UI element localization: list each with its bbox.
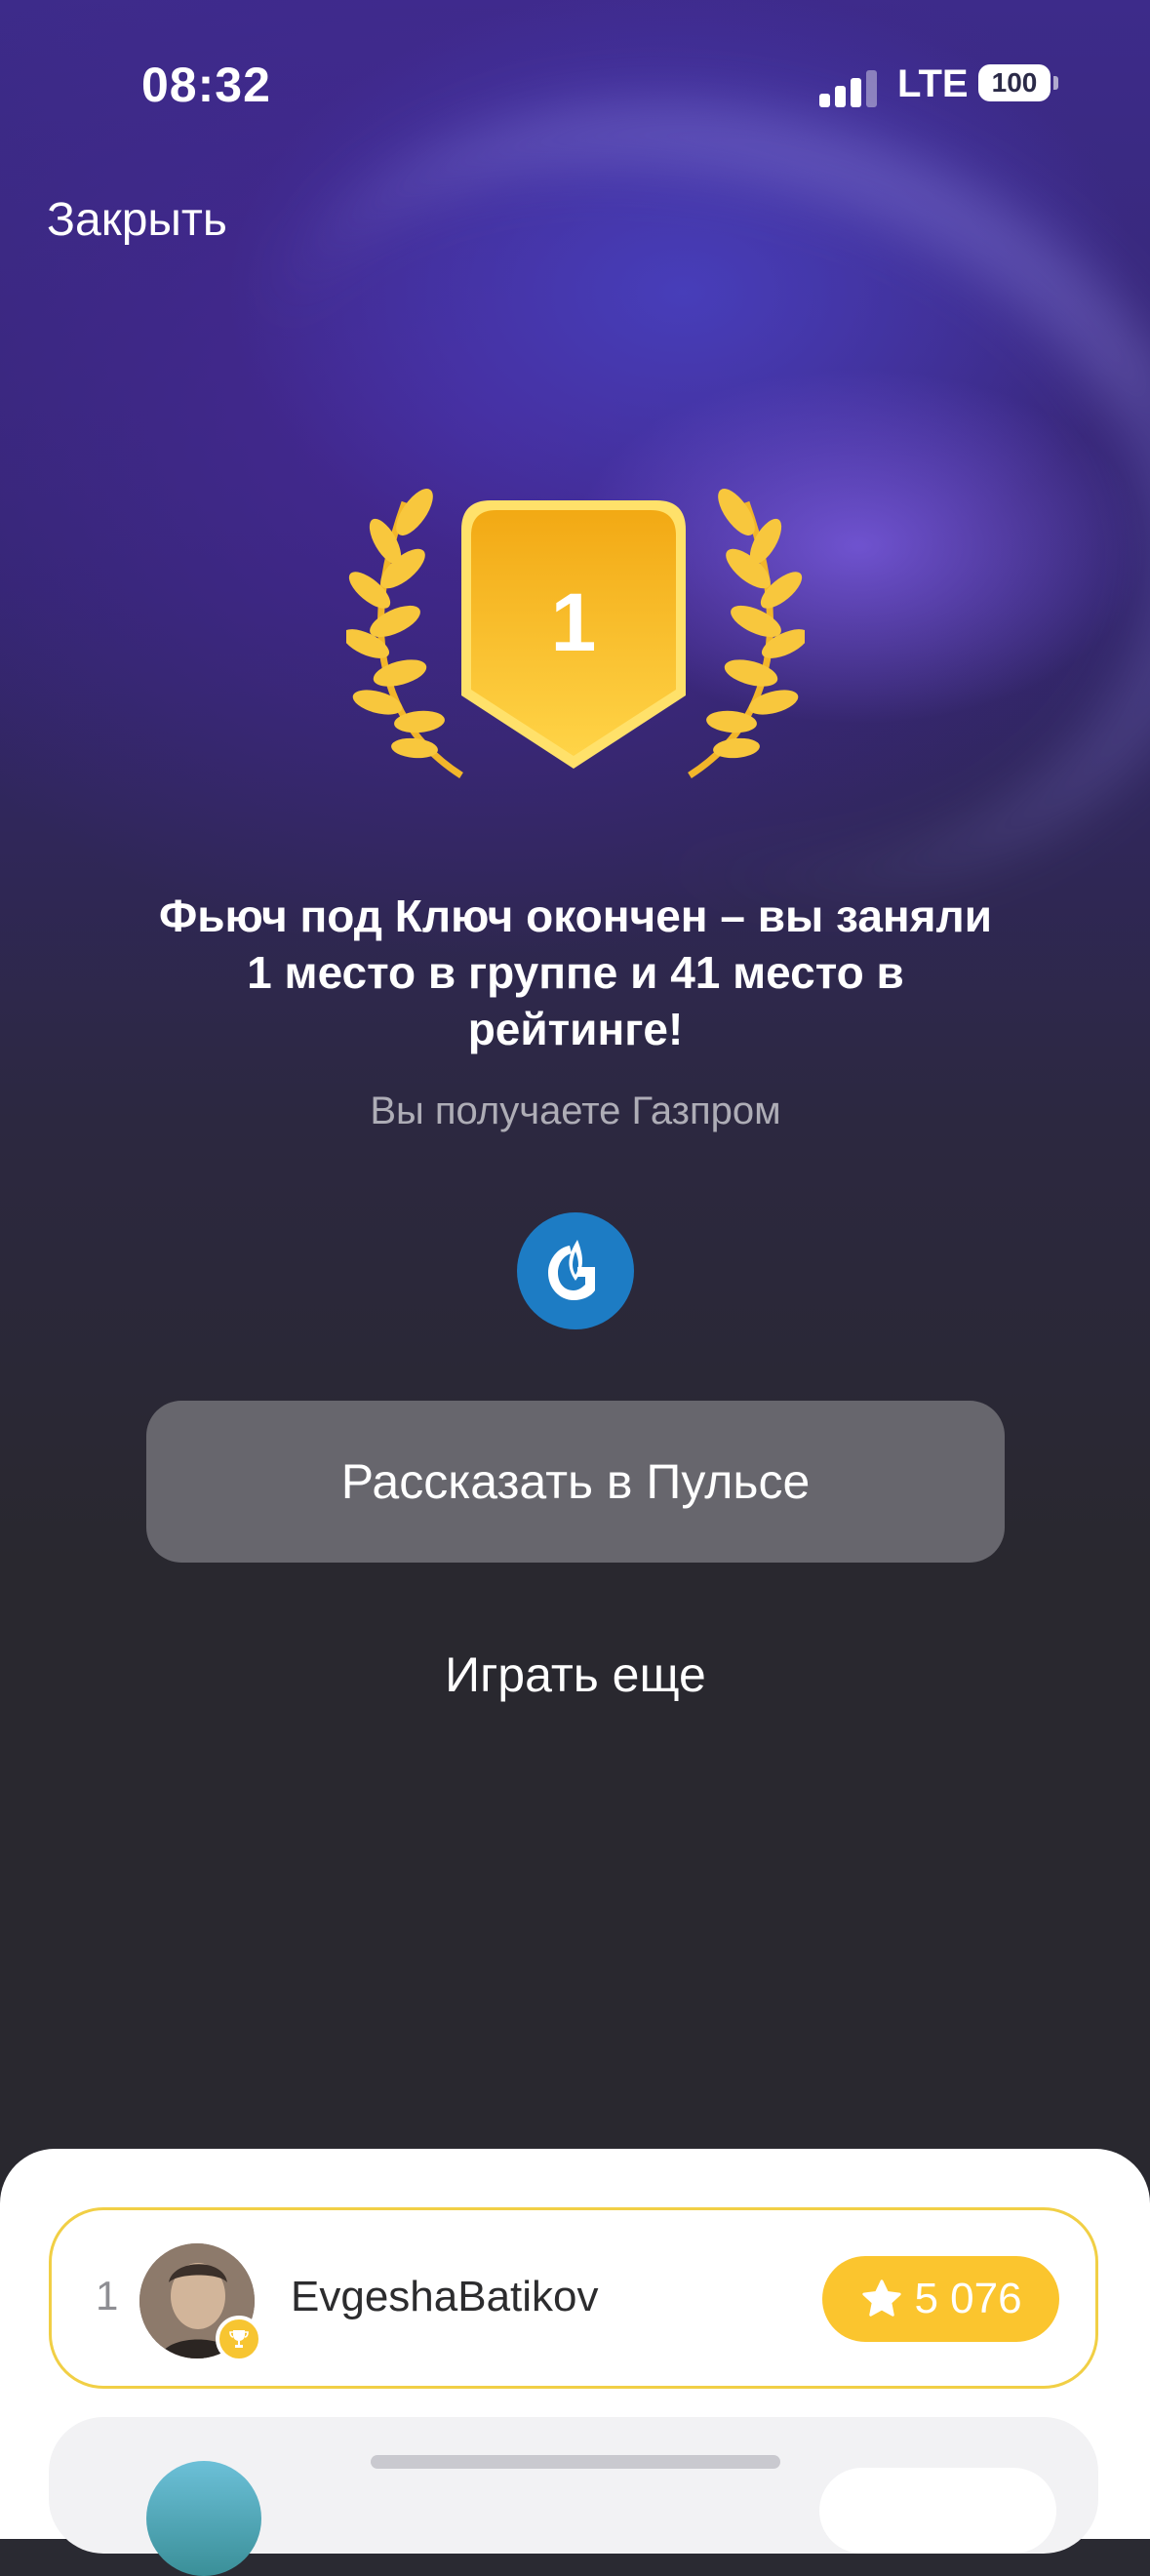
first-place-medal: 1 bbox=[346, 483, 805, 785]
battery-tip bbox=[1053, 76, 1058, 90]
leaderboard-row[interactable]: 1 EvgeshaBatikov 5 076 bbox=[49, 2207, 1098, 2389]
trophy-icon bbox=[216, 2316, 262, 2362]
result-headline: Фьюч под Ключ окончен – вы заняли 1 мест… bbox=[158, 891, 993, 1054]
medal-place-number: 1 bbox=[550, 576, 597, 668]
battery-icon: 100 bbox=[978, 64, 1051, 101]
gazprom-logo-icon bbox=[517, 1212, 634, 1329]
score-value: 5 076 bbox=[914, 2275, 1022, 2322]
star-icon bbox=[862, 2279, 902, 2317]
score-badge: 5 076 bbox=[822, 2256, 1059, 2342]
laurel-left-icon bbox=[346, 489, 463, 778]
share-in-pulse-button[interactable]: Рассказать в Пульсе bbox=[146, 1401, 1005, 1563]
signal-icon bbox=[819, 68, 878, 107]
play-again-button[interactable]: Играть еще bbox=[293, 1646, 858, 1703]
score-badge bbox=[819, 2468, 1056, 2554]
home-indicator bbox=[371, 2455, 780, 2469]
status-time: 08:32 bbox=[141, 58, 271, 112]
status-bar: 08:32 LTE 100 bbox=[0, 0, 1150, 166]
leaderboard-rank: 1 bbox=[96, 2273, 119, 2318]
leaderboard-username: EvgeshaBatikov bbox=[291, 2273, 599, 2320]
close-button[interactable]: Закрыть bbox=[47, 193, 227, 247]
laurel-right-icon bbox=[688, 489, 805, 778]
avatar bbox=[146, 2461, 261, 2576]
network-type: LTE bbox=[897, 62, 969, 105]
reward-text: Вы получаете Газпром bbox=[370, 1090, 781, 1132]
leaderboard-row-partial[interactable] bbox=[49, 2417, 1098, 2576]
